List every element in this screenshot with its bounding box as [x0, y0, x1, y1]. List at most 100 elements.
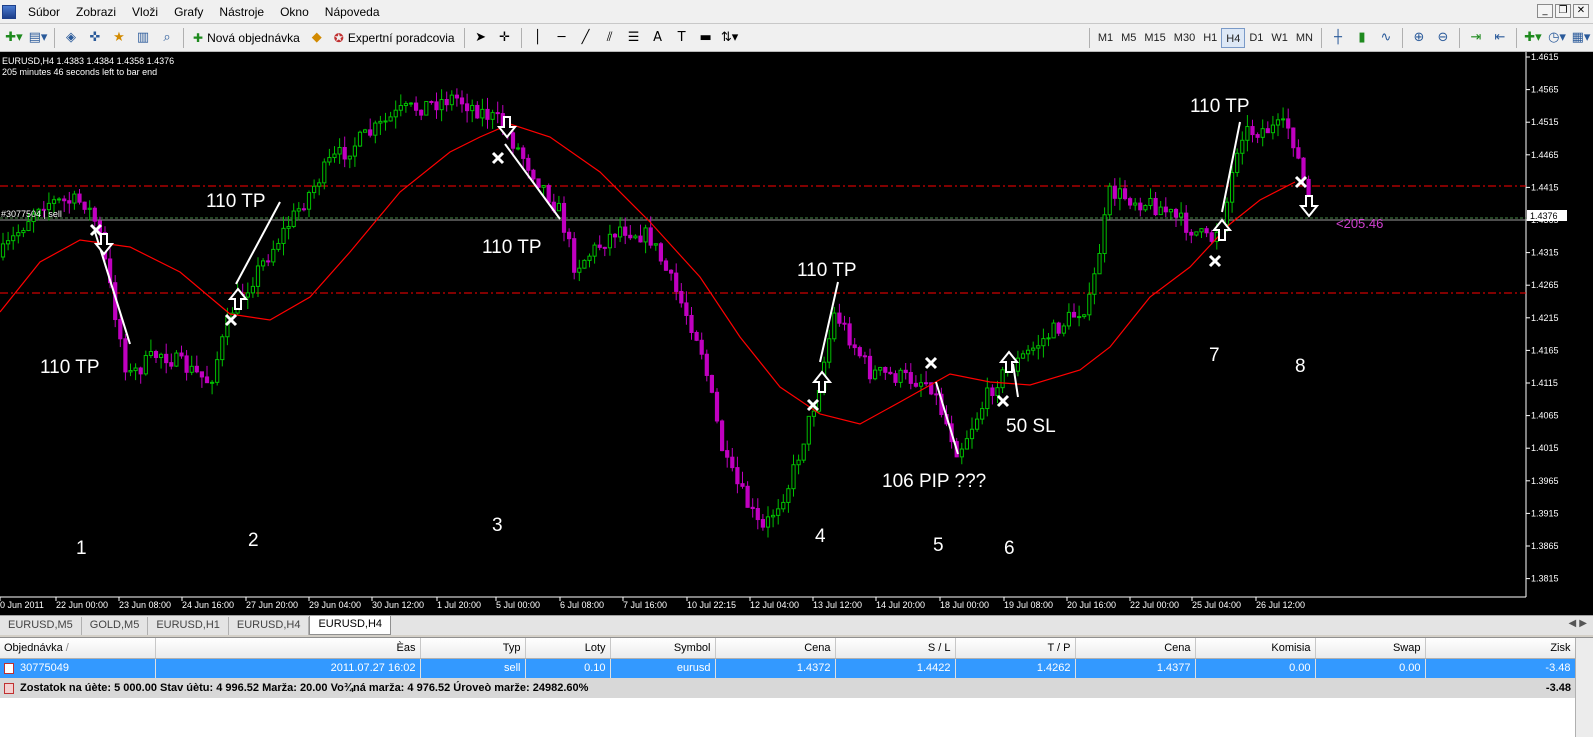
arrows-icon[interactable]: ⇅▾ [719, 27, 741, 49]
candle-body [1184, 212, 1189, 233]
candle-body [1148, 197, 1153, 207]
close-icon[interactable]: ✕ [1573, 4, 1589, 18]
table-row[interactable]: 30775049 2011.07.27 16:02 sell 0.10 euru… [0, 658, 1576, 678]
navigator-icon[interactable]: ★ [108, 27, 130, 49]
tab-scroll-arrows[interactable]: ◀ ▶ [1568, 618, 1587, 629]
col-current-price[interactable]: Cena [1075, 638, 1196, 659]
candle-body [6, 240, 11, 245]
menu-help[interactable]: Nápoveda [317, 0, 388, 24]
horizontal-line-icon[interactable]: ─ [551, 27, 573, 49]
candle-body [368, 129, 373, 136]
new-order-button[interactable]: ✚ Nová objednávka [189, 27, 304, 49]
tab-eurusd-h4-active[interactable]: EURUSD,H4 [309, 616, 392, 635]
menu-window[interactable]: Okno [272, 0, 317, 24]
text-label-icon[interactable]: T [671, 27, 693, 49]
chart-shift-icon[interactable]: ⇤ [1489, 27, 1511, 49]
col-type[interactable]: Typ [420, 638, 526, 659]
strategy-tester-icon[interactable]: ⌕ [156, 27, 178, 49]
minimize-icon[interactable]: _ [1537, 4, 1553, 18]
menu-file[interactable]: Súbor [20, 0, 68, 24]
candle-body [189, 365, 194, 373]
timeframe-m30[interactable]: M30 [1170, 28, 1199, 48]
candle-body [699, 339, 704, 355]
price-chart[interactable]: 110 TP 110 TP 110 TP 110 TP 110 TP 50 SL 106 P… [0, 52, 1593, 615]
chart-canvas[interactable]: 110 TP 110 TP 110 TP 110 TP 110 TP 50 SL 106 P… [0, 52, 1593, 615]
candle-body [1296, 147, 1301, 159]
col-tp[interactable]: T / P [955, 638, 1076, 659]
toolbar-separator [1088, 27, 1090, 48]
fibonacci-icon[interactable]: ☰ [623, 27, 645, 49]
col-symbol[interactable]: Symbol [610, 638, 716, 659]
candle-body [77, 193, 82, 203]
candle-body [332, 153, 337, 159]
candle-body [1000, 369, 1005, 389]
candle-body [281, 227, 286, 244]
candle-body [57, 198, 62, 201]
col-order[interactable]: Objednávka / [0, 638, 156, 659]
new-chart-icon[interactable]: ✚▾ [3, 27, 25, 49]
tab-eurusd-h4[interactable]: EURUSD,H4 [229, 617, 310, 635]
candle-body [1051, 322, 1056, 339]
restore-icon[interactable]: ❐ [1555, 4, 1571, 18]
tab-gold-m5[interactable]: GOLD,M5 [82, 617, 149, 635]
col-time[interactable]: Èas [155, 638, 421, 659]
menu-charts[interactable]: Grafy [166, 0, 211, 24]
metaeditor-icon[interactable]: ◆ [306, 27, 328, 49]
candle-body [301, 208, 306, 211]
trendline-icon[interactable]: ╱ [575, 27, 597, 49]
data-window-icon[interactable]: ✜ [84, 27, 106, 49]
candle-body [184, 355, 189, 373]
tab-eurusd-m5[interactable]: EURUSD,M5 [0, 617, 82, 635]
candle-body [623, 226, 628, 236]
col-swap[interactable]: Swap [1315, 638, 1426, 659]
col-lots[interactable]: Loty [525, 638, 611, 659]
col-sl[interactable]: S / L [835, 638, 956, 659]
templates-icon[interactable]: ▦▾ [1570, 27, 1592, 49]
col-price[interactable]: Cena [715, 638, 836, 659]
zoom-in-icon[interactable]: ⊕ [1408, 27, 1430, 49]
timeframe-d1[interactable]: D1 [1245, 28, 1267, 48]
tab-eurusd-h1[interactable]: EURUSD,H1 [148, 617, 229, 635]
bar-chart-icon[interactable]: ┼ [1327, 27, 1349, 49]
periods-icon[interactable]: ◷▾ [1546, 27, 1568, 49]
cursor-icon[interactable]: ➤ [470, 27, 492, 49]
autoscroll-icon[interactable]: ⇥ [1465, 27, 1487, 49]
candle-body [837, 312, 842, 324]
menu-view[interactable]: Zobrazi [68, 0, 124, 24]
candle-body [408, 102, 414, 105]
timeframe-h1[interactable]: H1 [1199, 28, 1221, 48]
time-tick-label: 13 Jul 12:00 [813, 600, 862, 610]
col-profit[interactable]: Zisk [1425, 638, 1576, 659]
line-chart-icon[interactable]: ∿ [1375, 27, 1397, 49]
candle-body [1270, 124, 1276, 134]
candle-body [541, 185, 546, 188]
candlestick-icon[interactable]: ▮ [1351, 27, 1373, 49]
candle-body [898, 369, 903, 383]
candle-body [133, 367, 138, 372]
zoom-out-icon[interactable]: ⊖ [1432, 27, 1454, 49]
expert-advisors-button[interactable]: ✪ Expertní poradcovia [330, 27, 459, 49]
candle-body [648, 227, 653, 246]
crosshair-icon[interactable]: ✛ [494, 27, 516, 49]
timeframe-w1[interactable]: W1 [1267, 28, 1292, 48]
order-sl-cell: 1.4422 [835, 658, 956, 678]
menu-tools[interactable]: Nástroje [211, 0, 272, 24]
menu-insert[interactable]: Vloži [124, 0, 166, 24]
candle-body [220, 336, 225, 361]
col-commission[interactable]: Komisia [1195, 638, 1316, 659]
timeframe-m1[interactable]: M1 [1094, 28, 1117, 48]
candle-body [730, 456, 735, 469]
rectangle-icon[interactable]: ▬ [695, 27, 717, 49]
market-watch-icon[interactable]: ◈ [60, 27, 82, 49]
timeframe-m5[interactable]: M5 [1117, 28, 1140, 48]
text-icon[interactable]: A [647, 27, 669, 49]
channel-icon[interactable]: ⫽ [599, 27, 621, 49]
vertical-line-icon[interactable]: │ [527, 27, 549, 49]
indicators-icon[interactable]: ✚▾ [1522, 27, 1544, 49]
profiles-icon[interactable]: ▤▾ [27, 27, 49, 49]
timeframe-m15[interactable]: M15 [1140, 28, 1169, 48]
timeframe-mn[interactable]: MN [1292, 28, 1317, 48]
timeframe-h4[interactable]: H4 [1221, 27, 1246, 48]
terminal-icon[interactable]: ▥ [132, 27, 154, 49]
candle-body [286, 225, 291, 229]
